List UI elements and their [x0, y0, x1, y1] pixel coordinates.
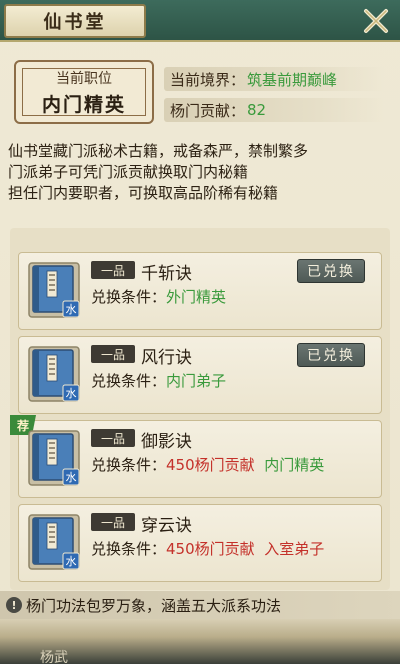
exchange-condition: 兑换条件：450杨门贡献 内门精英: [91, 454, 324, 475]
exchanged-button[interactable]: 已兑换: [297, 259, 365, 283]
book-name: 穿云诀: [141, 516, 192, 536]
description: 仙书堂藏门派秘术古籍，戒备森严，禁制繁多 门派弟子可凭门派贡献换取门内秘籍 担任…: [8, 141, 392, 204]
book-icon: 水: [23, 259, 85, 321]
exchange-condition: 兑换条件：外门精英: [91, 286, 226, 307]
book-card[interactable]: 荐 水 一品 御影诀 兑换条件：450杨门贡献 内门精英: [10, 415, 382, 498]
condition-label: 兑换条件：: [91, 540, 167, 558]
condition-requirement: 内门精英: [264, 456, 325, 474]
contribution-label: 杨门贡献：: [170, 101, 246, 120]
bottom-partial-text: 杨武: [40, 650, 68, 664]
book-icon: 水: [23, 427, 85, 489]
element-label: 水: [66, 555, 77, 568]
description-line: 门派弟子可凭门派贡献换取门内秘籍: [8, 163, 249, 181]
description-line: 担任门内要职者，可换取高品阶稀有秘籍: [8, 184, 279, 202]
grade-badge: 一品: [91, 429, 135, 447]
condition-label: 兑换条件：: [91, 288, 167, 306]
book-name: 风行诀: [141, 348, 192, 368]
title-bar: 仙书堂: [0, 0, 400, 42]
book-card[interactable]: 水 一品 千斩诀 兑换条件：外门精英 已兑换: [18, 252, 382, 330]
book-icon: 水: [23, 511, 85, 573]
element-label: 水: [66, 387, 77, 400]
exchange-condition: 兑换条件：450杨门贡献 入室弟子: [91, 538, 324, 559]
tip-text: 杨门功法包罗万象，涵盖五大派系功法: [26, 596, 282, 615]
close-icon: [364, 9, 388, 33]
realm-row: 当前境界： 筑基前期巅峰: [164, 67, 386, 91]
description-line: 仙书堂藏门派秘术古籍，戒备森严，禁制繁多: [8, 142, 309, 160]
condition-label: 兑换条件：: [91, 372, 167, 390]
book-icon: 水: [23, 343, 85, 405]
info-icon: !: [6, 597, 22, 613]
book-card[interactable]: 水 一品 穿云诀 兑换条件：450杨门贡献 入室弟子: [18, 504, 382, 582]
realm-value: 筑基前期巅峰: [247, 70, 338, 89]
realm-label: 当前境界：: [170, 70, 246, 89]
close-button[interactable]: [356, 3, 396, 39]
exchange-condition: 兑换条件：内门弟子: [91, 370, 226, 391]
element-label: 水: [66, 471, 77, 484]
grade-badge: 一品: [91, 513, 135, 531]
condition-requirement: 外门精英: [166, 288, 227, 306]
contribution-value: 82: [247, 101, 267, 119]
book-name: 千斩诀: [141, 264, 192, 284]
contribution-row: 杨门贡献： 82: [164, 98, 386, 122]
rank-label: 当前职位: [56, 70, 112, 87]
condition-requirement: 内门弟子: [166, 372, 227, 390]
title-plate: 仙书堂: [4, 4, 146, 38]
book-name: 御影诀: [141, 432, 192, 452]
condition-cost: 450杨门贡献: [166, 456, 255, 474]
grade-badge: 一品: [91, 345, 135, 363]
rank-inner-frame: 当前职位 内门精英: [22, 68, 146, 116]
tip-bar: ! 杨门功法包罗万象，涵盖五大派系功法: [0, 591, 400, 619]
grade-badge: 一品: [91, 261, 135, 279]
rank-value: 内门精英: [41, 93, 126, 116]
book-card[interactable]: 水 一品 风行诀 兑换条件：内门弟子 已兑换: [18, 336, 382, 414]
condition-cost: 450杨门贡献: [166, 540, 255, 558]
exchanged-button[interactable]: 已兑换: [297, 343, 365, 367]
condition-label: 兑换条件：: [91, 456, 167, 474]
condition-requirement: 入室弟子: [264, 540, 325, 558]
element-label: 水: [66, 303, 77, 316]
xianshutang-panel: 仙书堂 当前职位 内门精英 当前境界： 筑基前期巅峰 杨门贡献： 82 仙书堂藏…: [0, 0, 400, 664]
bottom-strip: 杨武: [0, 619, 400, 664]
current-rank-box: 当前职位 内门精英: [14, 60, 154, 124]
page-title: 仙书堂: [43, 12, 107, 33]
